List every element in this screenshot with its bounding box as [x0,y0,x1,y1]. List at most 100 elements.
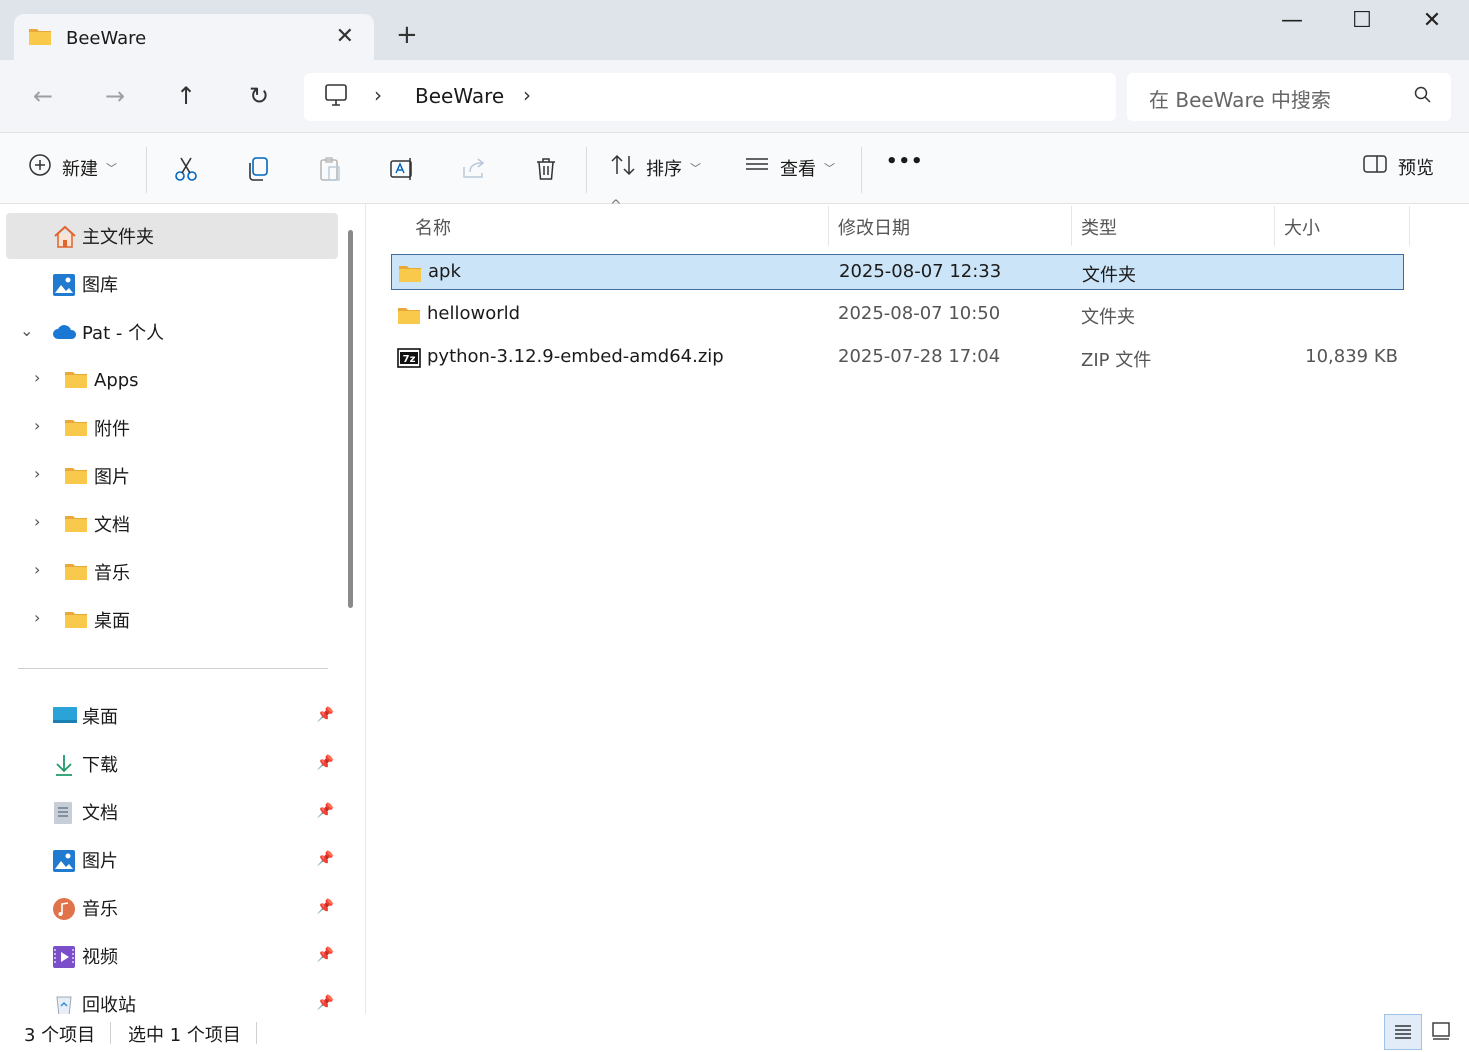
column-divider[interactable] [1409,206,1410,246]
column-divider[interactable] [828,206,829,246]
details-view-button[interactable] [1384,1014,1422,1050]
new-tab-button[interactable]: + [396,20,418,50]
folder-icon [64,513,88,535]
sidebar-item-label: 视频 [82,947,118,968]
sidebar-item-label: 下载 [82,755,118,776]
status-divider [256,1022,257,1044]
pin-icon[interactable]: 📌 [317,947,334,963]
sort-label: 排序 [646,158,682,180]
quick-access-pictures[interactable]: 图片 📌 [6,837,338,883]
file-row-python-zip[interactable]: 7z python-3.12.9-embed-amd64.zip 2025-07… [391,340,1404,376]
video-icon [52,945,76,968]
sidebar-item-gallery[interactable]: 图库 [6,261,338,307]
sidebar-item-label: 主文件夹 [82,227,154,248]
chevron-right-icon[interactable]: › [34,368,40,387]
column-divider[interactable] [1274,206,1275,246]
more-options-button[interactable]: ••• [886,151,924,172]
pin-icon[interactable]: 📌 [317,851,334,867]
share-icon[interactable] [460,155,488,183]
tab-beeware[interactable]: BeeWare ✕ [14,14,374,62]
sort-icon [610,153,636,182]
folder-icon [64,417,88,439]
rename-icon[interactable] [388,155,416,183]
file-modified: 2025-07-28 17:04 [838,346,1001,367]
breadcrumb-item[interactable]: BeeWare [415,84,504,108]
file-row-helloworld[interactable]: helloworld 2025-08-07 10:50 文件夹 [391,297,1404,333]
sidebar-item-attachments[interactable]: › 附件 [6,405,338,451]
chevron-right-icon[interactable]: › [34,416,40,435]
file-name: python-3.12.9-embed-amd64.zip [427,346,724,367]
sidebar-item-music[interactable]: › 音乐 [6,549,338,595]
chevron-down-icon[interactable]: ⌄ [20,321,33,340]
file-row-apk[interactable]: apk 2025-08-07 12:33 文件夹 [391,254,1404,290]
column-header-size[interactable]: 大小 [1284,214,1320,240]
folder-icon [398,263,422,283]
desktop-icon [52,705,77,727]
sidebar-item-label: Pat - 个人 [82,323,165,344]
cut-icon[interactable] [172,155,200,183]
sidebar-item-label: 图片 [82,851,118,872]
pin-icon[interactable]: 📌 [317,803,334,819]
column-header-modified[interactable]: 修改日期 [838,214,910,240]
quick-access-documents[interactable]: 文档 📌 [6,789,338,835]
folder-icon [64,609,88,631]
quick-access-desktop[interactable]: 桌面 📌 [6,693,338,739]
up-button[interactable]: ↑ [171,82,201,112]
more-icon: ••• [886,151,924,172]
sidebar-scrollbar[interactable] [348,230,353,608]
quick-access-music[interactable]: 音乐 📌 [6,885,338,931]
sidebar-item-apps[interactable]: › Apps [6,357,338,403]
chevron-right-icon[interactable]: › [34,560,40,579]
forward-button[interactable]: → [100,82,130,112]
sidebar-item-documents[interactable]: › 文档 [6,501,338,547]
quick-access-recycle-bin[interactable]: 回收站 📌 [6,981,338,1014]
quick-access-downloads[interactable]: 下载 📌 [6,741,338,787]
column-header-type[interactable]: 类型 [1081,214,1117,240]
refresh-button[interactable]: ↻ [244,82,274,112]
navigation-pane: 主文件夹 图库 ⌄ Pat - 个人 › Apps › 附件 › 图片 › 文档… [0,204,366,1014]
tab-close-icon[interactable]: ✕ [336,24,354,49]
this-pc-icon[interactable] [324,83,348,114]
pin-icon[interactable]: 📌 [317,707,334,723]
address-bar[interactable]: › BeeWare › [304,73,1116,121]
status-bar: 3 个项目 选中 1 个项目 [0,1014,1469,1052]
tiles-view-button[interactable] [1424,1014,1462,1050]
sidebar-item-onedrive[interactable]: ⌄ Pat - 个人 [6,309,338,355]
close-window-button[interactable]: ✕ [1412,8,1452,38]
paste-icon[interactable] [316,155,344,183]
file-modified: 2025-08-07 10:50 [838,303,1001,324]
breadcrumb-chevron-icon[interactable]: › [523,83,531,107]
details-view-icon [1395,1025,1411,1039]
chevron-right-icon[interactable]: › [34,608,40,627]
item-count: 3 个项目 [24,1025,96,1046]
chevron-down-icon: ﹀ [824,161,835,175]
delete-icon[interactable] [532,155,560,183]
svg-text:7z: 7z [403,354,416,365]
column-divider[interactable] [1071,206,1072,246]
title-bar: BeeWare ✕ + — ☐ ✕ [0,0,1469,62]
view-button[interactable]: 查看 ﹀ [744,153,835,182]
sort-button[interactable]: 排序 ﹀ [610,153,701,182]
sidebar-item-label: 桌面 [82,707,118,728]
sidebar-item-pictures[interactable]: › 图片 [6,453,338,499]
preview-pane-button[interactable]: 预览 [1362,153,1434,180]
maximize-button[interactable]: ☐ [1342,8,1382,38]
sidebar-item-home[interactable]: 主文件夹 [6,213,338,259]
chevron-right-icon[interactable]: › [34,512,40,531]
file-type: 文件夹 [1082,265,1136,286]
onedrive-cloud-icon [52,321,77,343]
sidebar-item-desktop[interactable]: › 桌面 [6,597,338,643]
back-button[interactable]: ← [28,82,58,112]
pin-icon[interactable]: 📌 [317,755,334,771]
chevron-right-icon[interactable]: › [34,464,40,483]
pin-icon[interactable]: 📌 [317,899,334,915]
copy-icon[interactable] [244,155,272,183]
column-header-name[interactable]: 名称 [415,214,451,240]
quick-access-videos[interactable]: 视频 📌 [6,933,338,979]
minimize-button[interactable]: — [1272,8,1312,38]
pin-icon[interactable]: 📌 [317,995,334,1011]
pictures-icon [52,849,76,872]
breadcrumb-chevron-icon[interactable]: › [374,83,382,107]
new-button[interactable]: 新建 ﹀ [28,153,117,182]
search-input[interactable]: 在 BeeWare 中搜索 [1127,73,1451,121]
